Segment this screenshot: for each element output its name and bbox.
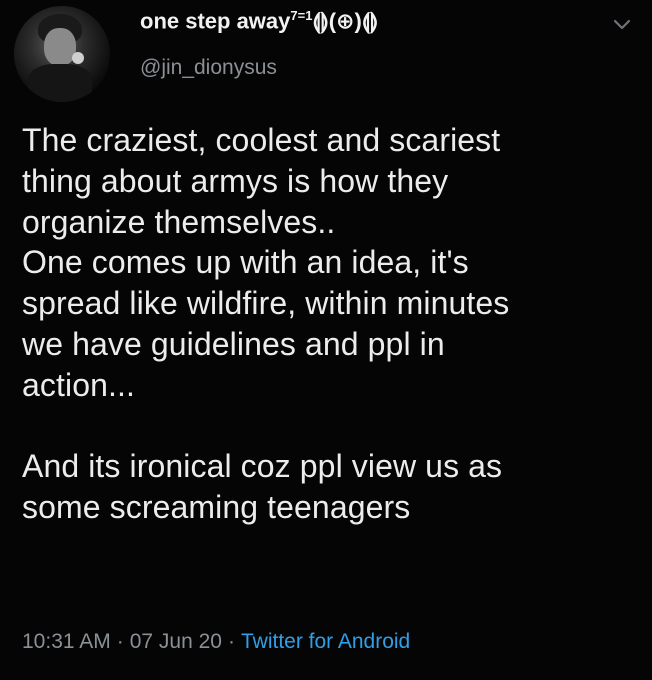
display-name-text: one step away	[140, 8, 291, 34]
user-handle[interactable]: @jin_dionysus	[140, 56, 277, 80]
display-name[interactable]: one step away7=1⟬⟭(⊕)⟬⟭	[140, 8, 378, 34]
meta-separator: ·	[227, 630, 235, 653]
avatar-face	[44, 28, 76, 66]
meta-separator: ·	[116, 630, 124, 653]
display-name-symbols: ⟬⟭(⊕)⟬⟭	[312, 8, 379, 34]
avatar[interactable]	[14, 6, 110, 102]
chevron-down-icon[interactable]	[610, 12, 634, 36]
avatar-body	[28, 64, 92, 102]
tweet-time[interactable]: 10:31 AM	[22, 630, 111, 653]
tweet-card: one step away7=1⟬⟭(⊕)⟬⟭ @jin_dionysus Th…	[0, 0, 652, 680]
avatar-microphone	[72, 52, 84, 64]
tweet-source-link[interactable]: Twitter for Android	[241, 630, 410, 653]
tweet-metadata: 10:31 AM · 07 Jun 20 · Twitter for Android	[22, 630, 410, 654]
tweet-date[interactable]: 07 Jun 20	[130, 630, 222, 653]
tweet-text: The craziest, coolest and scariest thing…	[22, 122, 510, 526]
display-name-superscript: 7=1	[290, 8, 313, 23]
